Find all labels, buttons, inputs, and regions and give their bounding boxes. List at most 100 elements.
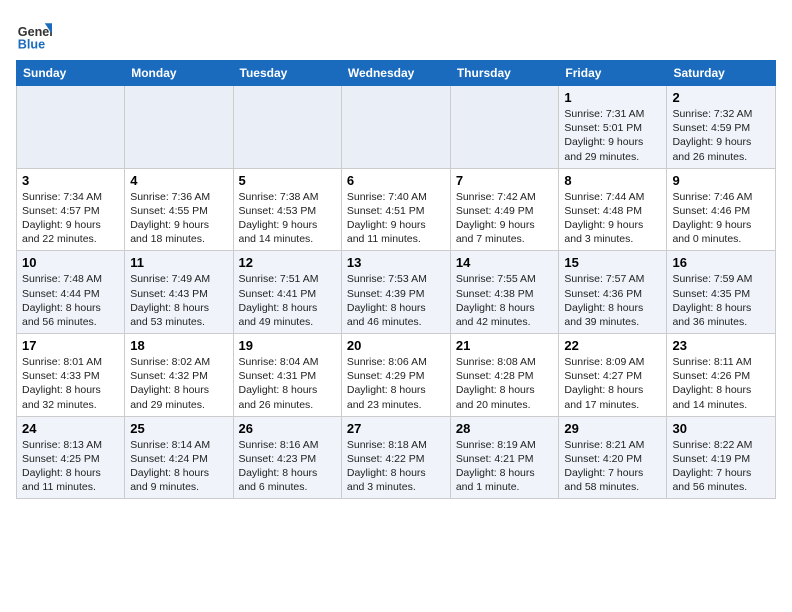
weekday-header: Monday [125,61,233,86]
weekday-header: Friday [559,61,667,86]
day-number: 19 [239,338,336,353]
day-number: 9 [672,173,770,188]
weekday-header: Wednesday [341,61,450,86]
day-info: Sunrise: 8:08 AM Sunset: 4:28 PM Dayligh… [456,355,554,412]
day-info: Sunrise: 7:42 AM Sunset: 4:49 PM Dayligh… [456,190,554,247]
day-info: Sunrise: 7:57 AM Sunset: 4:36 PM Dayligh… [564,272,661,329]
day-info: Sunrise: 7:32 AM Sunset: 4:59 PM Dayligh… [672,107,770,164]
day-info: Sunrise: 8:11 AM Sunset: 4:26 PM Dayligh… [672,355,770,412]
day-info: Sunrise: 7:38 AM Sunset: 4:53 PM Dayligh… [239,190,336,247]
calendar-cell [341,86,450,169]
calendar-cell: 28Sunrise: 8:19 AM Sunset: 4:21 PM Dayli… [450,416,559,499]
calendar-table: SundayMondayTuesdayWednesdayThursdayFrid… [16,60,776,499]
logo-icon: General Blue [16,16,52,52]
day-number: 15 [564,255,661,270]
day-number: 10 [22,255,119,270]
calendar-cell: 26 Sunrise: 8:16 AM Sunset: 4:23 PM Dayli… [233,416,341,499]
calendar-cell: 13Sunrise: 7:53 AM Sunset: 4:39 PM Dayli… [341,251,450,334]
day-number: 13 [347,255,445,270]
calendar-cell [17,86,125,169]
calendar-cell: 19Sunrise: 8:04 AM Sunset: 4:31 PM Dayli… [233,334,341,417]
calendar-week-row: 3 Sunrise: 7:34 AM Sunset: 4:57 PM Daylig… [17,168,776,251]
calendar-cell: 23 Sunrise: 8:11 AM Sunset: 4:26 PM Dayli… [667,334,776,417]
calendar-cell: 7 Sunrise: 7:42 AM Sunset: 4:49 PM Daylig… [450,168,559,251]
day-info: Sunrise: 8:13 AM Sunset: 4:25 PM Dayligh… [22,438,119,495]
calendar-cell: 22 Sunrise: 8:09 AM Sunset: 4:27 PM Dayli… [559,334,667,417]
calendar-cell: 18 Sunrise: 8:02 AM Sunset: 4:32 PM Dayli… [125,334,233,417]
day-number: 2 [672,90,770,105]
day-info: Sunrise: 7:48 AM Sunset: 4:44 PM Dayligh… [22,272,119,329]
day-number: 7 [456,173,554,188]
calendar-cell: 6 Sunrise: 7:40 AM Sunset: 4:51 PM Daylig… [341,168,450,251]
calendar-cell: 2 Sunrise: 7:32 AM Sunset: 4:59 PM Daylig… [667,86,776,169]
day-info: Sunrise: 8:02 AM Sunset: 4:32 PM Dayligh… [130,355,227,412]
day-number: 11 [130,255,227,270]
day-info: Sunrise: 8:21 AM Sunset: 4:20 PM Dayligh… [564,438,661,495]
day-number: 22 [564,338,661,353]
day-number: 17 [22,338,119,353]
calendar-cell [233,86,341,169]
day-number: 3 [22,173,119,188]
day-number: 16 [672,255,770,270]
calendar-cell: 5 Sunrise: 7:38 AM Sunset: 4:53 PM Daylig… [233,168,341,251]
day-number: 25 [130,421,227,436]
day-info: Sunrise: 7:34 AM Sunset: 4:57 PM Dayligh… [22,190,119,247]
day-info: Sunrise: 7:59 AM Sunset: 4:35 PM Dayligh… [672,272,770,329]
day-info: Sunrise: 7:55 AM Sunset: 4:38 PM Dayligh… [456,272,554,329]
weekday-header: Tuesday [233,61,341,86]
day-info: Sunrise: 8:06 AM Sunset: 4:29 PM Dayligh… [347,355,445,412]
page-header: General Blue [16,16,776,52]
day-number: 23 [672,338,770,353]
calendar-cell [450,86,559,169]
calendar-cell: 10 Sunrise: 7:48 AM Sunset: 4:44 PM Dayli… [17,251,125,334]
day-number: 12 [239,255,336,270]
day-number: 24 [22,421,119,436]
calendar-cell: 4 Sunrise: 7:36 AM Sunset: 4:55 PM Daylig… [125,168,233,251]
calendar-cell: 27 Sunrise: 8:18 AM Sunset: 4:22 PM Dayli… [341,416,450,499]
calendar-week-row: 17 Sunrise: 8:01 AM Sunset: 4:33 PM Dayli… [17,334,776,417]
weekday-header: Thursday [450,61,559,86]
day-number: 8 [564,173,661,188]
day-number: 30 [672,421,770,436]
day-info: Sunrise: 7:46 AM Sunset: 4:46 PM Dayligh… [672,190,770,247]
calendar-cell: 29 Sunrise: 8:21 AM Sunset: 4:20 PM Dayli… [559,416,667,499]
svg-text:Blue: Blue [18,37,45,51]
day-number: 29 [564,421,661,436]
day-number: 26 [239,421,336,436]
calendar-week-row: 24 Sunrise: 8:13 AM Sunset: 4:25 PM Dayli… [17,416,776,499]
day-info: Sunrise: 7:31 AM Sunset: 5:01 PM Dayligh… [564,107,661,164]
day-number: 14 [456,255,554,270]
day-number: 6 [347,173,445,188]
day-info: Sunrise: 8:18 AM Sunset: 4:22 PM Dayligh… [347,438,445,495]
day-number: 21 [456,338,554,353]
day-number: 27 [347,421,445,436]
calendar-cell: 24 Sunrise: 8:13 AM Sunset: 4:25 PM Dayli… [17,416,125,499]
calendar-cell: 16 Sunrise: 7:59 AM Sunset: 4:35 PM Dayli… [667,251,776,334]
day-info: Sunrise: 8:19 AM Sunset: 4:21 PM Dayligh… [456,438,554,495]
calendar-cell: 3 Sunrise: 7:34 AM Sunset: 4:57 PM Daylig… [17,168,125,251]
day-info: Sunrise: 7:36 AM Sunset: 4:55 PM Dayligh… [130,190,227,247]
day-number: 4 [130,173,227,188]
calendar-cell: 14 Sunrise: 7:55 AM Sunset: 4:38 PM Dayli… [450,251,559,334]
day-number: 18 [130,338,227,353]
day-info: Sunrise: 8:16 AM Sunset: 4:23 PM Dayligh… [239,438,336,495]
calendar-header-row: SundayMondayTuesdayWednesdayThursdayFrid… [17,61,776,86]
weekday-header: Sunday [17,61,125,86]
day-info: Sunrise: 8:14 AM Sunset: 4:24 PM Dayligh… [130,438,227,495]
day-info: Sunrise: 8:01 AM Sunset: 4:33 PM Dayligh… [22,355,119,412]
day-number: 1 [564,90,661,105]
day-info: Sunrise: 8:22 AM Sunset: 4:19 PM Dayligh… [672,438,770,495]
calendar-cell: 11Sunrise: 7:49 AM Sunset: 4:43 PM Dayli… [125,251,233,334]
calendar-cell: 1 Sunrise: 7:31 AM Sunset: 5:01 PM Daylig… [559,86,667,169]
day-number: 20 [347,338,445,353]
calendar-cell: 12Sunrise: 7:51 AM Sunset: 4:41 PM Dayli… [233,251,341,334]
calendar-cell: 30 Sunrise: 8:22 AM Sunset: 4:19 PM Dayli… [667,416,776,499]
day-info: Sunrise: 7:40 AM Sunset: 4:51 PM Dayligh… [347,190,445,247]
calendar-cell [125,86,233,169]
calendar-week-row: 1 Sunrise: 7:31 AM Sunset: 5:01 PM Daylig… [17,86,776,169]
calendar-cell: 25 Sunrise: 8:14 AM Sunset: 4:24 PM Dayli… [125,416,233,499]
day-number: 5 [239,173,336,188]
calendar-cell: 9 Sunrise: 7:46 AM Sunset: 4:46 PM Daylig… [667,168,776,251]
calendar-cell: 17 Sunrise: 8:01 AM Sunset: 4:33 PM Dayli… [17,334,125,417]
day-info: Sunrise: 8:09 AM Sunset: 4:27 PM Dayligh… [564,355,661,412]
